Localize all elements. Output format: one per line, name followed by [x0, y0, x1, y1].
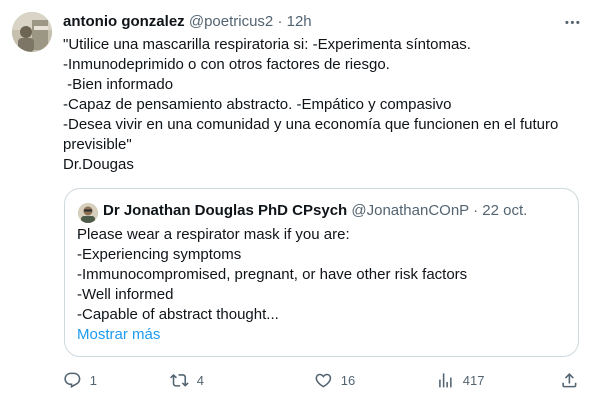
views-chart-icon: [439, 372, 452, 388]
tweet-text-line: "Utilice una mascarilla respiratoria si:…: [63, 36, 471, 53]
tweet-text-line: Dr.Dougas: [63, 156, 134, 173]
quoted-text-line: -Capable of abstract thought...: [77, 306, 279, 323]
show-more-link[interactable]: Mostrar más: [77, 325, 160, 345]
quoted-author-avatar: [78, 203, 98, 223]
quoted-text-line: -Experiencing symptoms: [77, 246, 242, 263]
separator-dot: ·: [277, 13, 283, 30]
tweet-text-line: -Capaz de pensamiento abstracto. -Empáti…: [63, 96, 452, 113]
retweet-count: 4: [196, 372, 204, 388]
share-icon: [562, 372, 577, 388]
quoted-tweet-text: Please wear a respirator mask if you are…: [77, 225, 567, 325]
tweet-text: "Utilice una mascarilla respiratoria si:…: [63, 35, 578, 175]
author-name[interactable]: antonio gonzalez: [63, 13, 185, 30]
tweet-text-line: -Desea vivir en una comunidad y una econ…: [63, 116, 559, 133]
tweet[interactable]: antonio gonzalez @poetricus2 · 12h "Util…: [0, 0, 594, 405]
retweet-icon: [170, 373, 189, 387]
action-bar: 1 4 16 417: [63, 370, 583, 390]
quoted-tweet-time: 22 oct.: [482, 202, 528, 219]
quoted-text-line: -Well informed: [77, 286, 174, 303]
quoted-text-line: -Immunocompromised, pregnant, or have ot…: [77, 266, 468, 283]
retweet-button[interactable]: 4: [170, 370, 204, 390]
tweet-text-line: -Inmunodeprimido o con otros factores de…: [63, 56, 390, 73]
heart-icon: [315, 373, 332, 388]
more-options-icon[interactable]: [562, 12, 582, 32]
tweet-text-line: -Bien informado: [63, 76, 174, 93]
share-button[interactable]: [560, 370, 579, 390]
separator-dot: ·: [473, 202, 479, 219]
views-button[interactable]: 417: [436, 370, 484, 390]
tweet-time[interactable]: 12h: [287, 13, 312, 30]
quoted-text-line: Please wear a respirator mask if you are…: [77, 226, 350, 243]
quoted-author-name: Dr Jonathan Douglas PhD CPsych: [103, 202, 348, 219]
author-avatar[interactable]: [12, 12, 52, 52]
quoted-author-handle: @JonathanCOnP: [351, 202, 469, 219]
like-count: 16: [340, 372, 356, 388]
reply-button[interactable]: 1: [63, 370, 97, 390]
quoted-tweet-header: Dr Jonathan Douglas PhD CPsych @Jonathan…: [103, 201, 527, 221]
quoted-tweet[interactable]: Dr Jonathan Douglas PhD CPsych @Jonathan…: [64, 188, 579, 357]
tweet-text-line: previsible": [63, 136, 132, 153]
like-button[interactable]: 16: [314, 370, 355, 390]
tweet-header: antonio gonzalez @poetricus2 · 12h: [63, 12, 312, 32]
reply-count: 1: [89, 372, 97, 388]
reply-icon: [64, 372, 81, 388]
views-count: 417: [462, 372, 485, 388]
author-handle[interactable]: @poetricus2: [189, 13, 273, 30]
